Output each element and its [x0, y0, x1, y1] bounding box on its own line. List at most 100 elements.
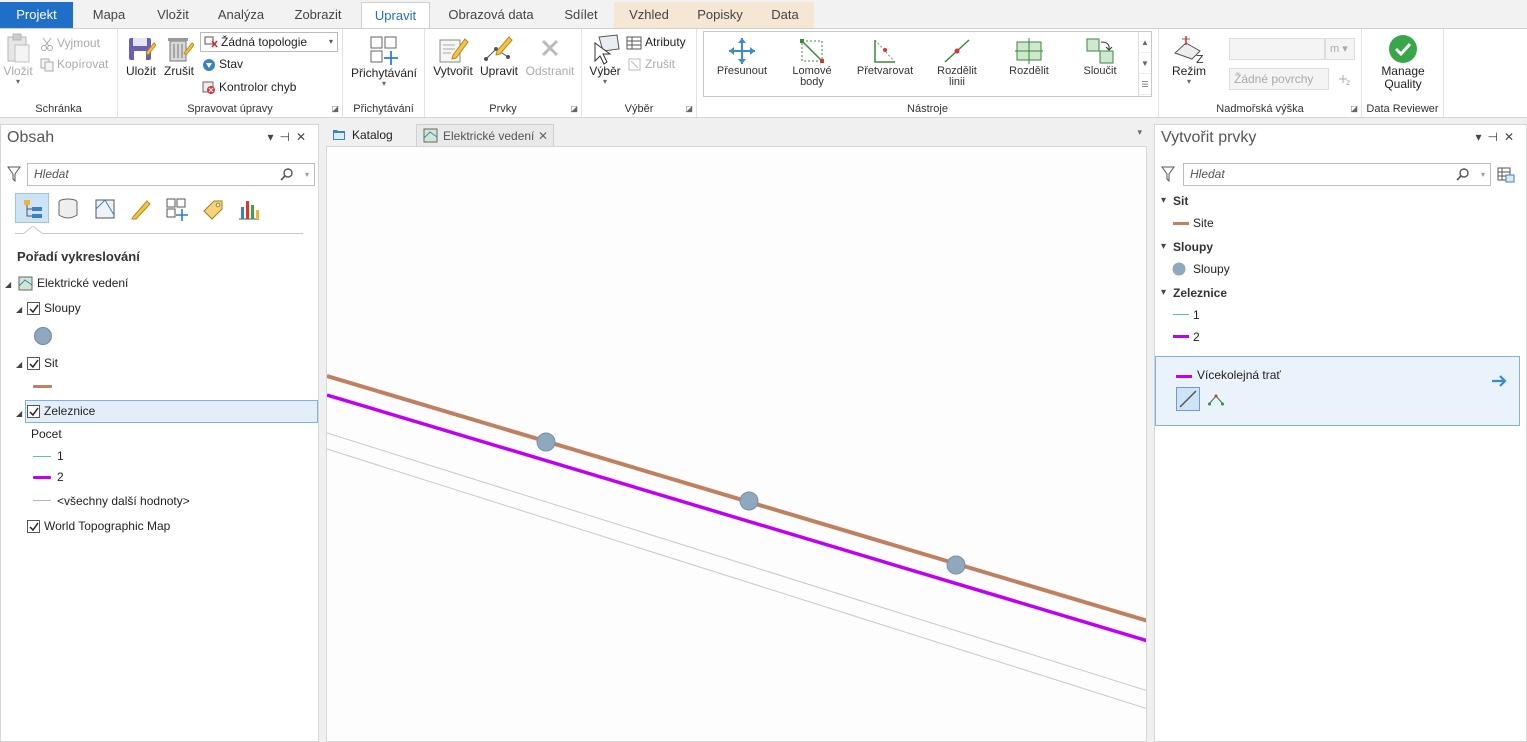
charts-icon[interactable]: [237, 197, 261, 221]
layer-visibility-checkbox[interactable]: [27, 302, 40, 316]
snapping-button[interactable]: Přichytávání ▾: [349, 33, 419, 88]
dialog-launcher-icon[interactable]: ◪: [331, 104, 339, 113]
chevron-down-icon[interactable]: ▾: [1161, 241, 1166, 252]
tab-data[interactable]: Data: [756, 2, 814, 28]
dialog-launcher-icon[interactable]: ◪: [570, 104, 578, 113]
chevron-down-icon[interactable]: ▾: [1475, 130, 1487, 144]
list-by-drawing-order-button[interactable]: [15, 193, 49, 223]
railway-other-line-2[interactable]: [327, 448, 1147, 709]
cut-button[interactable]: Vyjmout: [40, 33, 100, 53]
pole-point[interactable]: [536, 432, 556, 452]
status-button[interactable]: Stav: [202, 54, 243, 74]
tab-map-elektricke-vedeni[interactable]: Elektrické vedení ✕: [416, 124, 554, 146]
tab-projekt[interactable]: Projekt: [0, 2, 73, 28]
layer-visibility-checkbox[interactable]: [27, 520, 40, 534]
layer-sloupy[interactable]: Sloupy: [27, 299, 81, 317]
gallery-expand-icon[interactable]: ☰: [1139, 74, 1151, 95]
chevron-down-icon[interactable]: ▾: [1161, 195, 1166, 206]
map-canvas[interactable]: [326, 146, 1147, 742]
selected-template-panel[interactable]: Vícekolejná trať: [1155, 356, 1520, 426]
chevron-down-icon[interactable]: ▾: [1161, 287, 1166, 298]
layer-visibility-checkbox[interactable]: [27, 357, 40, 371]
close-icon[interactable]: ✕: [296, 130, 312, 144]
error-inspector-button[interactable]: Kontrolor chyb: [202, 77, 296, 97]
map-node[interactable]: Elektrické vedení: [18, 274, 128, 292]
clear-selection-button[interactable]: Zrušit: [628, 54, 675, 74]
delete-button[interactable]: Odstranit: [523, 33, 577, 78]
tool-lomove-body[interactable]: Lomové body: [776, 36, 848, 88]
chevron-down-icon[interactable]: ▾: [305, 164, 309, 185]
select-button[interactable]: Výběr ▾: [588, 33, 622, 86]
gallery-scroll[interactable]: ▲ ▼ ☰: [1138, 32, 1151, 96]
railway-other-line[interactable]: [327, 432, 1147, 691]
tab-zobrazit[interactable]: Zobrazit: [282, 2, 354, 28]
tool-rozdelit[interactable]: Rozdělit: [993, 36, 1065, 77]
filter-icon[interactable]: [7, 166, 21, 182]
elevation-unit-select[interactable]: m ▾: [1325, 38, 1355, 60]
collapse-triangle-icon[interactable]: ◢: [16, 360, 22, 369]
copy-button[interactable]: Kopírovat: [40, 54, 108, 74]
tab-mapa[interactable]: Mapa: [80, 2, 138, 28]
map-svg[interactable]: [327, 147, 1147, 742]
templates-search-input[interactable]: Hledat ▾: [1183, 163, 1491, 186]
freehand-line-icon[interactable]: [1208, 393, 1224, 407]
arrow-right-icon[interactable]: [1490, 373, 1508, 389]
chevron-down-icon[interactable]: ▾: [267, 130, 279, 144]
discard-edits-button[interactable]: Zrušit: [162, 33, 196, 78]
tool-presunout[interactable]: Přesunout: [706, 36, 778, 77]
elevation-mode-button[interactable]: Z Režim ▾: [1169, 33, 1209, 86]
modify-features-button[interactable]: Upravit: [477, 33, 521, 78]
tab-sdilet[interactable]: Sdílet: [552, 2, 610, 28]
template-zeleznice-1[interactable]: 1: [1193, 306, 1200, 324]
manage-templates-icon[interactable]: [1497, 167, 1515, 183]
pin-icon[interactable]: ⊣: [1487, 130, 1503, 144]
dialog-launcher-icon[interactable]: ◪: [685, 104, 693, 113]
labeling-tag-icon[interactable]: [201, 197, 225, 221]
layer-zeleznice[interactable]: Zeleznice: [27, 402, 95, 420]
collapse-triangle-icon[interactable]: ◢: [16, 305, 22, 314]
tab-vzhled[interactable]: Vzhled: [614, 2, 684, 28]
editing-pencil-icon[interactable]: [129, 197, 153, 221]
selection-list-icon[interactable]: [93, 197, 117, 221]
template-sloupy[interactable]: Sloupy: [1193, 260, 1230, 278]
collapse-triangle-icon[interactable]: ◢: [16, 409, 22, 418]
tab-obrazova-data[interactable]: Obrazová data: [436, 2, 546, 28]
create-features-button[interactable]: Vytvořit: [430, 33, 476, 78]
close-icon[interactable]: ✕: [538, 125, 548, 147]
template-site[interactable]: Site: [1193, 214, 1214, 232]
line-tool-button[interactable]: [1176, 387, 1200, 411]
surface-select[interactable]: Žádné povrchy: [1229, 68, 1329, 90]
manage-quality-button[interactable]: Manage Quality: [1368, 33, 1438, 91]
pole-point[interactable]: [946, 555, 966, 575]
dialog-launcher-icon[interactable]: ◪: [1350, 104, 1358, 113]
close-icon[interactable]: ✕: [1504, 130, 1520, 144]
tab-upravit[interactable]: Upravit: [361, 2, 430, 28]
layer-basemap[interactable]: World Topographic Map: [27, 517, 170, 535]
filter-icon[interactable]: [1161, 166, 1175, 182]
chevron-down-icon[interactable]: ▾: [1481, 164, 1485, 185]
tool-sloucit[interactable]: Sloučit: [1064, 36, 1136, 77]
elevation-value-input[interactable]: [1229, 38, 1325, 60]
attributes-button[interactable]: Atributy: [626, 32, 686, 52]
template-zeleznice-2[interactable]: 2: [1193, 328, 1200, 346]
tab-vlozit[interactable]: Vložit: [146, 2, 200, 28]
tool-pretvarovat[interactable]: Přetvarovat: [849, 36, 921, 77]
save-edits-button[interactable]: Uložit: [124, 33, 158, 78]
data-source-icon[interactable]: [56, 197, 80, 221]
tab-catalog[interactable]: Katalog: [326, 124, 414, 146]
paste-button[interactable]: Vložit ▾: [2, 33, 34, 86]
layer-visibility-checkbox[interactable]: [27, 405, 40, 419]
collapse-triangle-icon[interactable]: ◢: [5, 280, 11, 289]
pole-point[interactable]: [739, 491, 759, 511]
power-line-sit[interactable]: [327, 374, 1147, 623]
contents-search-input[interactable]: Hledat ▾: [27, 163, 315, 186]
snapping-list-icon[interactable]: [165, 197, 189, 221]
railway-class2-line[interactable]: [327, 393, 1147, 643]
tool-rozdelit-linii[interactable]: Rozdělit linii: [921, 36, 993, 88]
chevron-up-icon[interactable]: ▲: [1139, 32, 1151, 53]
chevron-down-icon[interactable]: ▼: [1139, 53, 1151, 74]
pin-icon[interactable]: ⊣: [279, 130, 295, 144]
tab-popisky[interactable]: Popisky: [684, 2, 756, 28]
topology-dropdown[interactable]: Žádná topologie ▾: [200, 32, 338, 52]
layer-sit[interactable]: Sit: [27, 354, 58, 372]
